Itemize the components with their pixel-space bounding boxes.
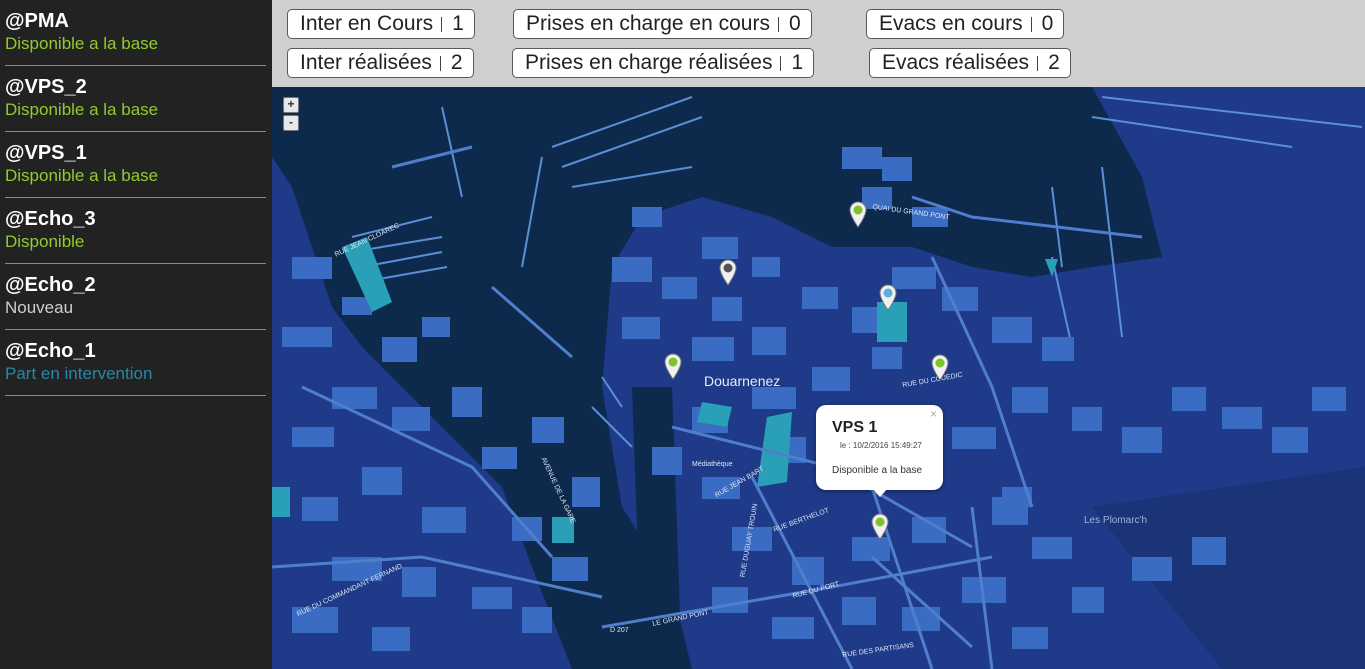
poi-label: Médiathèque xyxy=(692,461,733,468)
map-view[interactable]: + - Douarnenez Les Plomarc'h RUE JEAN CL… xyxy=(272,87,1365,669)
map-marker-icon[interactable] xyxy=(664,353,682,381)
counter-divider xyxy=(441,16,443,32)
popup-date: le : 10/2/2016 15:49:27 xyxy=(840,441,922,450)
unit-item[interactable]: @Echo_1 Part en intervention xyxy=(5,330,266,396)
place-label: Les Plomarc'h xyxy=(1084,515,1148,526)
unit-name: @Echo_2 xyxy=(5,274,96,296)
popup-close-button[interactable]: × xyxy=(930,407,937,421)
counter-label: Evacs en cours xyxy=(879,12,1023,35)
marker-popup: × VPS 1 le : 10/2/2016 15:49:27 Disponib… xyxy=(816,405,943,497)
map-marker-icon[interactable] xyxy=(871,513,889,541)
counter-value: 0 xyxy=(1041,12,1054,35)
counter-label: Evacs réalisées xyxy=(882,51,1030,74)
counter-value: 1 xyxy=(452,12,464,35)
unit-item[interactable]: @Echo_3 Disponible xyxy=(5,198,266,264)
unit-item[interactable]: @PMA Disponible a la base xyxy=(5,0,266,66)
unit-name: @VPS_2 xyxy=(5,76,87,98)
popup-tip xyxy=(872,488,888,497)
unit-item[interactable]: @VPS_2 Disponible a la base xyxy=(5,66,266,132)
prises-en-cours-button[interactable]: Prises en charge en cours 0 xyxy=(513,9,812,39)
inter-en-cours-button[interactable]: Inter en Cours 1 xyxy=(287,9,475,39)
unit-item[interactable]: @Echo_2 Nouveau xyxy=(5,264,266,330)
unit-status: Part en intervention xyxy=(5,364,153,383)
counter-value: 1 xyxy=(791,51,804,74)
unit-item[interactable]: @VPS_1 Disponible a la base xyxy=(5,132,266,198)
counter-label: Prises en charge réalisées xyxy=(525,51,773,74)
counter-divider xyxy=(439,55,441,71)
popup-title: VPS 1 xyxy=(832,419,878,436)
counter-divider xyxy=(780,55,782,71)
popup-status: Disponible a la base xyxy=(832,465,923,476)
evacs-en-cours-button[interactable]: Evacs en cours 0 xyxy=(866,9,1065,39)
counter-divider xyxy=(777,16,779,32)
unit-name: @Echo_1 xyxy=(5,340,96,362)
counter-divider xyxy=(1030,16,1032,32)
unit-status: Disponible a la base xyxy=(5,100,159,119)
evacs-realisees-button[interactable]: Evacs réalisées 2 xyxy=(869,48,1071,78)
unit-status: Nouveau xyxy=(5,298,74,317)
street-label: D 207 xyxy=(610,627,629,634)
unit-name: @VPS_1 xyxy=(5,142,87,164)
prises-realisees-button[interactable]: Prises en charge réalisées 1 xyxy=(512,48,815,78)
counter-value: 0 xyxy=(788,12,801,35)
unit-status: Disponible a la base xyxy=(5,166,159,185)
unit-name: @PMA xyxy=(5,10,69,32)
counter-value: 2 xyxy=(1048,51,1060,74)
zoom-in-button[interactable]: + xyxy=(283,97,299,113)
map-marker-icon[interactable] xyxy=(879,284,897,312)
unit-status: Disponible xyxy=(5,232,85,251)
map-marker-icon[interactable] xyxy=(719,259,737,287)
map-marker-icon[interactable] xyxy=(931,354,949,382)
unit-status: Disponible a la base xyxy=(5,34,159,53)
counters-bar: Inter en Cours 1 Prises en charge en cour… xyxy=(272,0,1365,87)
zoom-out-button[interactable]: - xyxy=(283,115,299,131)
counter-value: 2 xyxy=(450,51,463,74)
counter-label: Prises en charge en cours xyxy=(526,12,770,35)
unit-name: @Echo_3 xyxy=(5,208,96,230)
map-background[interactable] xyxy=(272,87,1365,669)
counter-label: Inter réalisées xyxy=(300,51,432,74)
inter-realisees-button[interactable]: Inter réalisées 2 xyxy=(287,48,474,78)
unit-sidebar: @PMA Disponible a la base @VPS_2 Disponi… xyxy=(0,0,272,669)
counter-label: Inter en Cours xyxy=(300,12,434,35)
counter-divider xyxy=(1037,55,1039,71)
map-marker-icon[interactable] xyxy=(849,201,867,229)
city-label: Douarnenez xyxy=(704,373,781,389)
